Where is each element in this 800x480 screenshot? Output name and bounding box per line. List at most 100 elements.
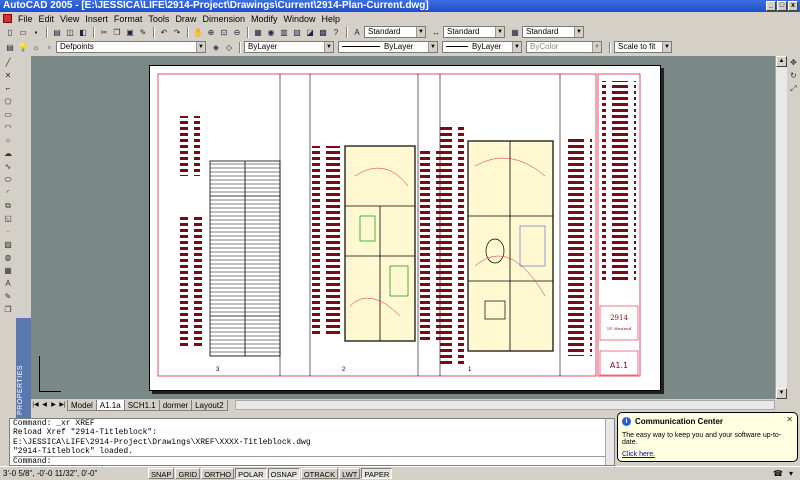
scale-icon[interactable]: ⤢ [788, 83, 799, 95]
match-properties-icon[interactable]: ✎ [137, 26, 149, 38]
zoom-realtime-icon[interactable]: ⊕ [205, 26, 217, 38]
new-file-icon[interactable]: ▯ [4, 26, 16, 38]
quickcalc-icon[interactable]: ▩ [317, 26, 329, 38]
sheet-set-icon[interactable]: ▧ [291, 26, 303, 38]
redo-icon[interactable]: ↷ [171, 26, 183, 38]
insert-block-icon[interactable]: ⧉ [1, 200, 15, 212]
text-style-select[interactable]: Standard ▼ [364, 26, 426, 38]
tray-settings-icon[interactable]: ▾ [786, 469, 796, 479]
plot-icon[interactable]: ▤ [51, 26, 63, 38]
ellipse-icon[interactable]: ⬭ [1, 174, 15, 186]
copy-icon[interactable]: ❐ [111, 26, 123, 38]
design-center-icon[interactable]: ◉ [265, 26, 277, 38]
polar-toggle[interactable]: POLAR [235, 468, 267, 479]
communication-center-icon[interactable]: ☎ [773, 469, 783, 479]
drawing-area[interactable]: 2914 1F. Westend A1.1 3 2 1 [31, 56, 775, 399]
open-file-icon[interactable]: ▭ [17, 26, 29, 38]
command-window[interactable]: Command: _xr XREF Reload Xref "2914-Titl… [9, 418, 615, 466]
app-icon[interactable] [3, 14, 12, 23]
menu-modify[interactable]: Modify [248, 14, 281, 24]
viewport-scale-select[interactable]: Scale to fit ▼ [614, 41, 672, 53]
table-icon[interactable]: ▦ [1, 265, 15, 277]
linetype-select[interactable]: ByLayer ▼ [338, 41, 438, 53]
publish-icon[interactable]: ◧ [77, 26, 89, 38]
multiline-text-icon[interactable]: A [1, 278, 15, 290]
save-icon[interactable]: ▪ [30, 26, 42, 38]
paper-model-toggle[interactable]: PAPER [361, 468, 393, 479]
zoom-previous-icon[interactable]: ⊖ [231, 26, 243, 38]
otrack-toggle[interactable]: OTRACK [300, 468, 339, 479]
tool-palettes-icon[interactable]: ▥ [278, 26, 290, 38]
pan-icon[interactable]: ✋ [192, 26, 204, 38]
copy-object-icon[interactable]: ❐ [1, 304, 15, 316]
tab-layout2[interactable]: Layout2 [191, 399, 228, 411]
spline-icon[interactable]: ∿ [1, 161, 15, 173]
rectangle-icon[interactable]: ▭ [1, 109, 15, 121]
menu-file[interactable]: File [15, 14, 36, 24]
line-icon[interactable]: ╱ [1, 57, 15, 69]
help-icon[interactable]: ? [330, 26, 342, 38]
layer-select[interactable]: Defpoints ▼ [56, 41, 206, 53]
plot-preview-icon[interactable]: ◫ [64, 26, 76, 38]
menu-tools[interactable]: Tools [145, 14, 172, 24]
last-tab-icon[interactable]: ▶| [58, 400, 67, 410]
make-block-icon[interactable]: ◱ [1, 213, 15, 225]
lwt-toggle[interactable]: LWT [339, 468, 361, 479]
move-icon[interactable]: ✥ [788, 57, 799, 69]
tab-sch1-1[interactable]: SCH1.1 [123, 399, 160, 411]
layer-manager-icon[interactable]: ▤ [4, 41, 16, 53]
close-button[interactable]: x [788, 1, 798, 11]
make-current-layer-icon[interactable]: ◈ [210, 41, 222, 53]
ortho-toggle[interactable]: ORTHO [201, 468, 235, 479]
menu-help[interactable]: Help [319, 14, 344, 24]
minimize-button[interactable]: _ [766, 1, 776, 11]
menu-edit[interactable]: Edit [36, 14, 58, 24]
layer-previous-icon[interactable]: ◇ [223, 41, 235, 53]
properties-palette[interactable]: PROPERTIES [16, 318, 31, 418]
circle-icon[interactable]: ○ [1, 135, 15, 147]
tab-dormer[interactable]: dormer [158, 399, 193, 411]
first-tab-icon[interactable]: |◀ [31, 400, 40, 410]
grid-toggle[interactable]: GRID [175, 468, 201, 479]
menu-format[interactable]: Format [111, 14, 146, 24]
next-tab-icon[interactable]: ▶ [49, 400, 58, 410]
horizontal-scrollbar[interactable] [234, 400, 775, 410]
vertical-scrollbar[interactable]: ▲ ▼ [775, 56, 787, 399]
table-style-select[interactable]: Standard ▼ [522, 26, 584, 38]
revision-cloud-icon[interactable]: ☁ [1, 148, 15, 160]
command-prompt[interactable]: Command: [13, 456, 614, 465]
paste-icon[interactable]: ▣ [124, 26, 136, 38]
polygon-icon[interactable]: ⬠ [1, 96, 15, 108]
osnap-toggle[interactable]: OSNAP [267, 468, 300, 479]
point-icon[interactable]: · [1, 226, 15, 238]
markup-icon[interactable]: ◪ [304, 26, 316, 38]
ellipse-arc-icon[interactable]: ◜ [1, 187, 15, 199]
erase-icon[interactable]: ✎ [1, 291, 15, 303]
menu-window[interactable]: Window [281, 14, 319, 24]
scroll-down-icon[interactable]: ▼ [776, 388, 787, 399]
lineweight-select[interactable]: ByLayer ▼ [442, 41, 522, 53]
menu-insert[interactable]: Insert [82, 14, 111, 24]
properties-icon[interactable]: ▦ [252, 26, 264, 38]
hatch-icon[interactable]: ▨ [1, 239, 15, 251]
scroll-up-icon[interactable]: ▲ [776, 56, 787, 67]
menu-draw[interactable]: Draw [172, 14, 199, 24]
polyline-icon[interactable]: ⌐ [1, 83, 15, 95]
menu-dimension[interactable]: Dimension [199, 14, 248, 24]
tab-a1-1a[interactable]: A1.1a [95, 399, 125, 411]
tab-model[interactable]: Model [67, 399, 97, 411]
snap-toggle[interactable]: SNAP [148, 468, 175, 479]
menu-view[interactable]: View [57, 14, 82, 24]
zoom-window-icon[interactable]: ⊡ [218, 26, 230, 38]
undo-icon[interactable]: ↶ [158, 26, 170, 38]
construction-line-icon[interactable]: ✕ [1, 70, 15, 82]
maximize-button[interactable]: □ [777, 1, 787, 11]
rotate-icon[interactable]: ↻ [788, 70, 799, 82]
close-icon[interactable]: ✕ [786, 415, 793, 424]
command-scrollbar[interactable] [605, 419, 614, 465]
click-here-link[interactable]: Click here. [622, 451, 793, 458]
color-select[interactable]: ByLayer ▼ [244, 41, 334, 53]
region-icon[interactable]: ◍ [1, 252, 15, 264]
cut-icon[interactable]: ✂ [98, 26, 110, 38]
prev-tab-icon[interactable]: ◀ [40, 400, 49, 410]
